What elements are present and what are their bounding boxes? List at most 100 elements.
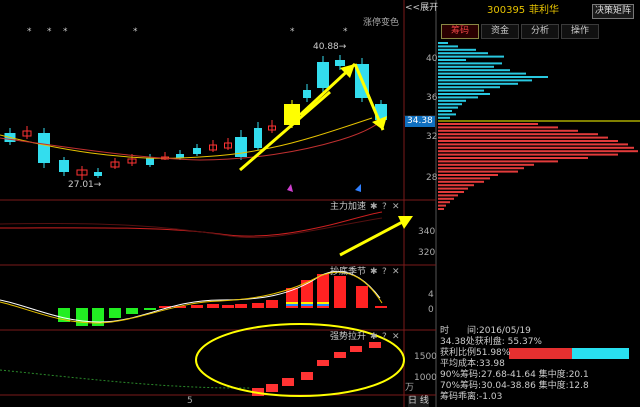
candle-body	[59, 160, 69, 172]
chip-bar-gain	[438, 146, 634, 149]
chip-bar-loss	[438, 99, 466, 102]
ind3-tick: 1500	[414, 352, 437, 362]
indicator2-bar	[334, 276, 346, 308]
chip-bar-loss	[438, 93, 490, 95]
indicator2-bar	[252, 303, 264, 308]
volume-unit: 万	[405, 383, 415, 393]
indicator2-help-icon[interactable]: ?	[382, 267, 387, 278]
chip-bar-loss	[438, 72, 526, 75]
indicator1-gear-icon[interactable]: ✱	[370, 202, 378, 213]
chip-bar-loss	[438, 65, 494, 68]
chip-bar-gain	[438, 201, 450, 204]
chip-bar-gain	[438, 194, 458, 197]
ind2-tick: 0	[428, 305, 434, 315]
limit-up-color-label: 涨停变色	[363, 18, 400, 28]
indicator3-bar	[266, 384, 278, 392]
ind1-tick: 340	[418, 227, 436, 237]
indicator2-bar	[191, 305, 203, 308]
chip-bar-gain	[438, 174, 498, 176]
collapse-toggle[interactable]: <<展开	[405, 3, 438, 14]
stock-code: 300395	[487, 5, 526, 16]
cost-90: 90%筹码:27.68-41.64 集中度:20.1	[440, 370, 589, 380]
indicator2-bar	[144, 308, 156, 310]
chip-bar-gain	[438, 157, 588, 159]
tab-chips[interactable]: 筹码	[441, 24, 479, 39]
indicator2-bar	[76, 308, 88, 326]
chip-bar-loss	[438, 113, 456, 116]
indicator2-bar	[235, 304, 247, 308]
chip-bar-gain	[438, 123, 538, 125]
high-price-label: 40.88→	[313, 42, 347, 52]
chip-bar-loss	[438, 106, 458, 109]
chip-bar-gain	[438, 136, 608, 139]
indicator3-bar	[334, 352, 346, 358]
indicator2-bar	[266, 300, 278, 308]
chip-bar-loss	[438, 110, 452, 112]
chip-bar-loss	[438, 76, 548, 78]
chip-bar-gain	[438, 140, 618, 142]
indicator2-accent	[317, 304, 329, 306]
star-marker: *	[47, 27, 52, 37]
star-marker: *	[343, 27, 348, 37]
ind3-tick: 1000	[414, 373, 437, 383]
chip-bar-gain	[438, 143, 628, 146]
chip-factor: 筹码乖离:-1.03	[440, 392, 503, 402]
profit-ratio-value: 51.98%	[476, 348, 511, 358]
ind1-tick: 320	[418, 248, 436, 258]
chip-bar-loss	[438, 59, 466, 61]
chip-profit-line: 34.38处获利盘: 55.37%	[440, 337, 542, 347]
chip-bar-gain	[438, 160, 558, 163]
chip-bar-loss	[438, 86, 500, 89]
indicator2-gear-icon[interactable]: ✱	[370, 267, 378, 278]
indicator3-title: 强势拉升	[330, 332, 367, 342]
chip-bar-loss	[438, 82, 518, 85]
indicator3-bar	[317, 360, 329, 366]
dist-tick: 36	[426, 93, 438, 103]
chip-bar-loss	[438, 62, 502, 65]
avg-cost: 平均成本:33.98	[440, 359, 505, 369]
indicator3-bar	[301, 372, 313, 380]
tab-funds[interactable]: 资金	[481, 24, 519, 39]
chip-bar-loss	[438, 55, 504, 58]
tab-analysis[interactable]: 分析	[521, 24, 559, 39]
indicator3-help-icon[interactable]: ?	[382, 332, 387, 343]
chip-bar-gain	[438, 184, 474, 187]
chip-bar-loss	[438, 48, 476, 51]
indicator2-accent	[317, 302, 329, 304]
indicator2-accent	[301, 302, 313, 304]
chip-bar-loss	[438, 103, 462, 106]
chip-bar-gain	[438, 126, 558, 129]
stock-name: 菲利华	[529, 5, 559, 16]
indicator2-accent	[286, 302, 298, 304]
chip-bar-gain	[438, 177, 490, 180]
indicator3-bar	[282, 378, 294, 386]
star-marker: *	[290, 27, 295, 37]
ind2-tick: 4	[428, 290, 434, 300]
candle-body	[335, 60, 345, 66]
indicator2-title: 抄底季节	[330, 267, 367, 277]
decision-matrix-button[interactable]: 决策矩阵	[592, 4, 635, 19]
indicator3-close-icon[interactable]: ✕	[392, 332, 400, 343]
chip-bar-gain	[438, 204, 446, 207]
indicator2-bar	[126, 308, 138, 314]
indicator1-help-icon[interactable]: ?	[382, 202, 387, 213]
dist-tick: 28	[426, 173, 438, 183]
indicator2-close-icon[interactable]: ✕	[392, 267, 400, 278]
candle-body	[254, 128, 262, 148]
indicator3-gear-icon[interactable]: ✱	[370, 332, 378, 343]
chip-bar-gain	[438, 180, 484, 183]
chip-bar-gain	[438, 191, 464, 193]
candle-body	[193, 148, 201, 154]
chip-bar-loss	[438, 69, 510, 72]
chip-bar-loss	[438, 96, 478, 99]
indicator1-title: 主力加速	[330, 202, 367, 212]
indicator2-accent	[301, 304, 313, 306]
tab-operation[interactable]: 操作	[561, 24, 599, 39]
period-selector[interactable]: 日 线	[408, 396, 429, 407]
indicator1-close-icon[interactable]: ✕	[392, 202, 400, 213]
star-marker: *	[27, 27, 32, 37]
chip-bar-gain	[438, 208, 444, 210]
dist-tick: 40	[426, 54, 438, 64]
chip-bar-gain	[438, 129, 578, 132]
stock-chart-canvas	[0, 0, 640, 407]
